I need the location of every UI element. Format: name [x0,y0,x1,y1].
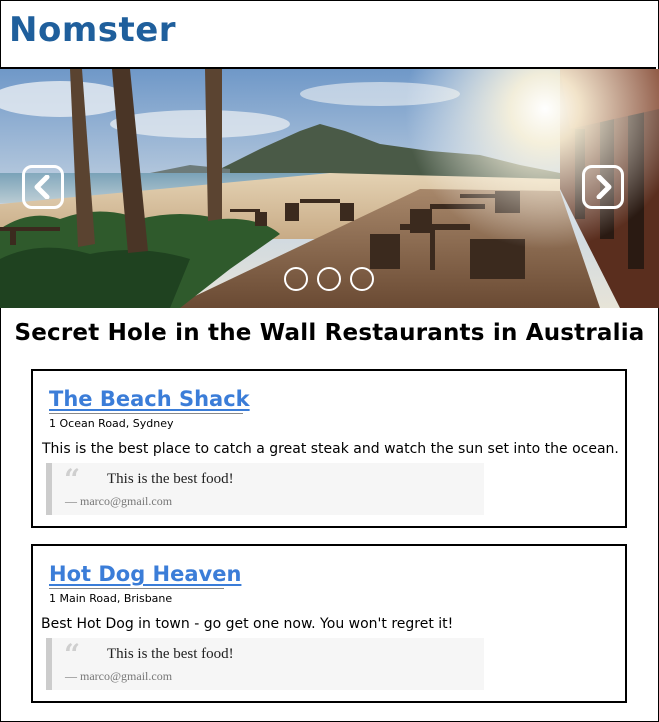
review-author: — marco@gmail.com [65,669,173,683]
review-text: This is the best food! [107,646,234,662]
carousel-indicators [284,267,374,291]
review-author: — marco@gmail.com [65,494,173,508]
carousel-next-button[interactable] [582,165,624,209]
chevron-right-icon [596,175,612,199]
restaurant-address: 1 Ocean Road, Sydney [49,417,174,430]
image-carousel[interactable] [0,69,659,308]
restaurant-name-link[interactable]: Hot Dog Heaven [49,562,241,586]
carousel-dot-3[interactable] [350,267,374,291]
carousel-dot-2[interactable] [317,267,341,291]
restaurant-description: This is the best place to catch a great … [42,441,619,457]
page-title: Secret Hole in the Wall Restaurants in A… [14,320,645,346]
restaurant-card: Hot Dog Heaven 1 Main Road, Brisbane Bes… [31,544,627,703]
review-text: This is the best food! [107,471,234,487]
restaurant-card: The Beach Shack 1 Ocean Road, Sydney Thi… [31,369,627,528]
restaurant-name-link[interactable]: The Beach Shack [49,387,250,411]
restaurant-address: 1 Main Road, Brisbane [49,592,173,605]
divider [49,413,243,414]
quote-mark-icon: “ [64,638,81,671]
site-header: Nomster [1,1,656,69]
quote-mark-icon: “ [64,463,81,496]
review-blockquote: “ This is the best food! — marco@gmail.c… [46,638,484,690]
carousel-prev-button[interactable] [22,165,64,209]
review-blockquote: “ This is the best food! — marco@gmail.c… [46,463,484,515]
restaurant-description: Best Hot Dog in town - go get one now. Y… [41,616,454,632]
chevron-left-icon [34,175,50,199]
divider [49,588,224,589]
site-logo[interactable]: Nomster [9,10,176,50]
carousel-dot-1[interactable] [284,267,308,291]
